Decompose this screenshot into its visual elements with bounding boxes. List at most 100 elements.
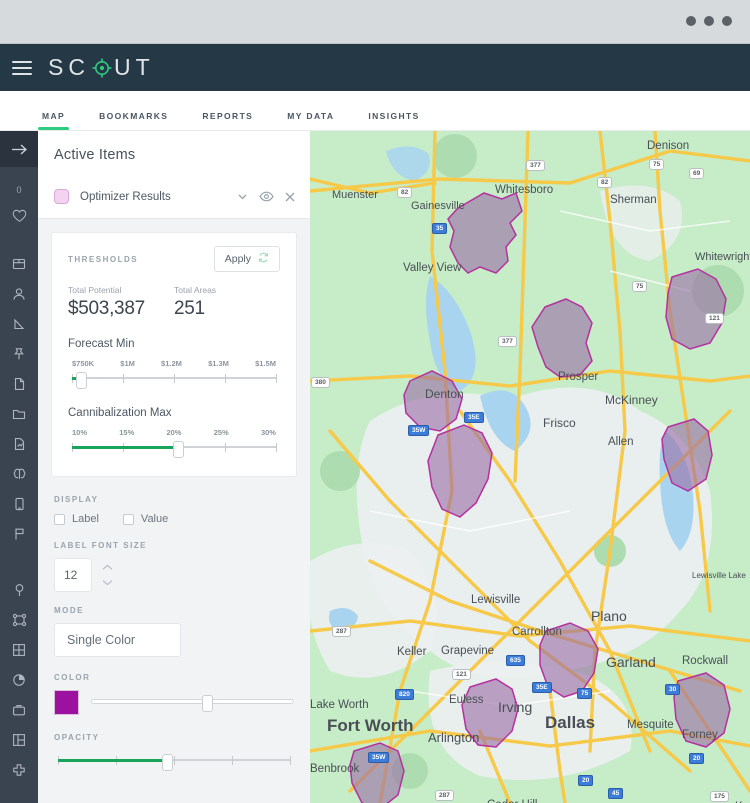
briefcase-icon[interactable] [0,695,38,725]
hamburger-icon[interactable] [12,60,32,75]
layout-icon[interactable] [0,725,38,755]
window-dot-3[interactable] [722,16,732,26]
map-route-shield: 82 [397,187,413,198]
threshold-stats: Total Potential $503,387 Total Areas 251 [68,285,280,320]
map-route-shield: 35E [464,412,484,423]
polygon-icon[interactable] [0,309,38,339]
slider-tick [174,756,175,765]
map-city-label: Grapevine [441,645,495,657]
map-route-shield: 377 [498,336,517,347]
window-dot-2[interactable] [704,16,714,26]
grid-icon[interactable] [0,635,38,665]
color-section: COLOR [38,673,310,715]
tab-label: MY DATA [287,111,335,121]
map-city-label: Muenster [332,189,378,201]
close-icon[interactable] [284,191,296,203]
chevron-up-icon [102,564,113,570]
heart-icon[interactable] [0,201,38,231]
layer-item-optimizer-results[interactable]: Optimizer Results [38,177,310,219]
tick-label: 10% [72,428,88,437]
pie-chart-icon[interactable] [0,665,38,695]
person-icon[interactable] [0,279,38,309]
document-chart-icon[interactable] [0,429,38,459]
brain-icon[interactable] [0,459,38,489]
chevron-down-icon[interactable] [236,190,249,203]
map-city-label: Arlington [428,730,480,745]
tab-label: INSIGHTS [368,111,420,121]
map-canvas[interactable]: Muenster Gainesville Whitesboro Denison Sher… [310,131,750,803]
color-slider[interactable] [91,694,294,712]
tick-label: $1M [120,359,135,368]
map-route-shield: 30 [665,684,681,695]
opacity-slider[interactable] [54,754,294,771]
pin-icon[interactable] [0,339,38,369]
tab-bookmarks[interactable]: BOOKMARKS [99,111,168,130]
tab-reports[interactable]: REPORTS [202,111,253,130]
file-icon[interactable] [0,369,38,399]
tick-label: $1.2M [161,359,182,368]
flag-icon[interactable] [0,519,38,549]
map-route-shield: 35E [532,682,552,693]
forecast-min-slider[interactable] [68,372,280,389]
slider-tick [225,374,226,383]
map-route-shield: 45 [608,788,624,799]
cannibalization-max-label: Cannibalization Max [68,407,172,419]
slider-track [91,698,294,704]
expand-sidebar-button[interactable] [0,131,38,167]
crosshair-icon [92,58,112,78]
page-title: Active Items [54,147,136,163]
tab-insights[interactable]: INSIGHTS [368,111,419,130]
map-city-label: Dallas [545,713,596,732]
network-icon[interactable] [0,605,38,635]
map-route-shield: 635 [506,655,525,666]
location-pin-icon[interactable] [0,575,38,605]
thresholds-label: THRESHOLDS [68,254,139,264]
map-route-shield: 287 [435,790,454,801]
checkbox-value[interactable]: Value [122,513,168,525]
mode-select[interactable]: Single Color [54,623,181,657]
eye-icon[interactable] [259,190,274,203]
color-swatch[interactable] [54,690,79,715]
tick-label: $750K [72,359,95,368]
window-controls[interactable] [686,16,732,26]
checkbox-box[interactable] [54,513,65,525]
apply-button[interactable]: Apply [213,246,280,272]
slider-knob[interactable] [173,441,185,458]
slider-knob[interactable] [201,694,213,712]
display-label: DISPLAY [54,495,99,504]
chevron-down-icon [102,580,113,586]
map-route-shield: 69 [689,168,705,179]
map-route-shield: 82 [597,177,613,188]
folder-icon[interactable] [0,399,38,429]
slider-fill [72,446,179,449]
tab-label: MAP [42,111,66,121]
map-route-shield: 175 [710,791,729,802]
slider-knob[interactable] [75,372,87,389]
database-icon[interactable] [0,249,38,279]
left-icon-rail: 0 [0,131,38,803]
layer-color-chip[interactable] [54,189,69,204]
slider-knob[interactable] [161,754,173,771]
map-city-label: Cedar Hill [487,799,538,803]
checkbox-label[interactable]: Label [54,513,99,525]
layer-actions [236,190,296,203]
tab-my-data[interactable]: MY DATA [287,111,334,130]
tick-label: 20% [166,428,182,437]
stat-label: Total Potential [68,285,122,295]
label-font-size-input[interactable]: 12 [54,558,92,592]
tick-label: 30% [260,428,276,437]
scout-logo[interactable]: SC UT [48,54,155,81]
window-dot-1[interactable] [686,16,696,26]
plus-icon[interactable] [0,755,38,785]
map-route-shield: 75 [577,688,593,699]
map-city-label: Mesquite [627,719,674,731]
mobile-icon[interactable] [0,489,38,519]
map-city-label: Whitesboro [495,184,554,196]
tab-map[interactable]: MAP [38,111,70,130]
map-city-label: Gainesville [411,200,465,212]
font-size-stepper[interactable] [101,564,114,586]
checkbox-box[interactable] [122,513,134,525]
display-section: DISPLAY Label Value [38,495,310,525]
active-items-panel: Active Items Optimizer Results THRESHOLD… [38,131,310,803]
cannibalization-max-slider[interactable] [68,441,280,458]
